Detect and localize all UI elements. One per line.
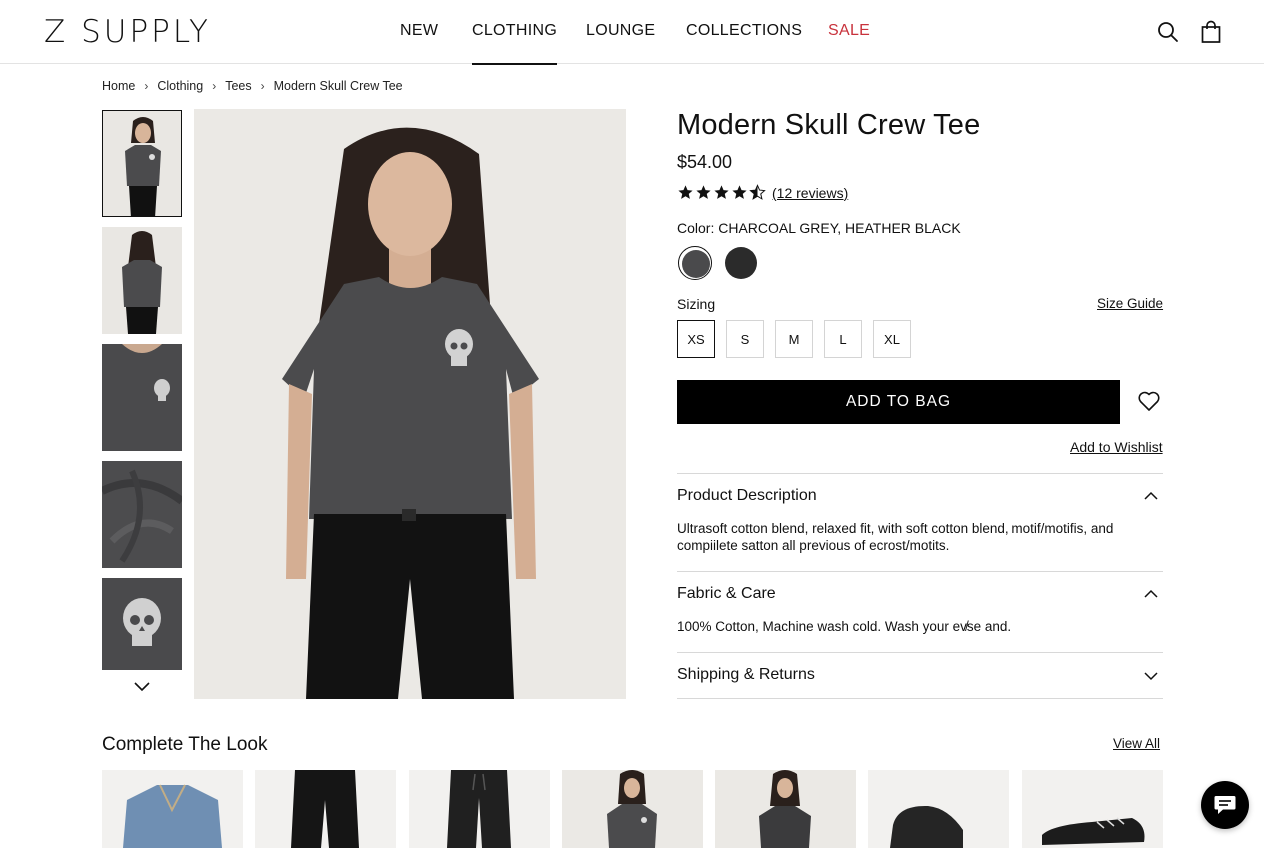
chevron-down-icon[interactable] [132,680,152,694]
nav-item-collections[interactable]: COLLECTIONS [686,22,802,40]
breadcrumb: Home › Clothing › Tees › Modern Skull Cr… [102,79,403,93]
chat-button[interactable] [1201,781,1249,829]
heart-icon[interactable] [1137,390,1161,412]
look-item-denim-jacket[interactable] [102,770,243,848]
divider [677,571,1163,572]
thumbnail-fabric-detail[interactable] [102,461,182,568]
chevron-right-icon: › [260,79,265,93]
accordion-shipping-returns[interactable]: Shipping & Returns [677,666,815,684]
add-to-bag-button[interactable]: ADD TO BAG [677,380,1120,424]
size-button-s[interactable]: S [726,320,764,358]
view-all-link[interactable]: View All [1113,736,1160,751]
divider [677,652,1163,653]
star-rating [677,184,767,201]
fabric-care-text: 100% Cotton, Machine wash cold. Wash you… [677,619,1012,634]
color-label: Color: CHARCOAL GREY, HEATHER BLACK [677,220,961,236]
site-header: Z SUPPLY NEW CLOTHING LOUNGE COLLECTIONS… [0,0,1264,65]
size-button-xl[interactable]: XL [873,320,911,358]
divider [677,473,1163,474]
look-item-black-jeans[interactable] [255,770,396,848]
thumbnail-chest-detail[interactable] [102,344,182,451]
accordion-fabric-care[interactable]: Fabric & Care [677,585,776,603]
size-guide-link[interactable]: Size Guide [1097,296,1163,311]
swatch-heather-black[interactable] [724,246,758,280]
thumbnail-back[interactable] [102,227,182,334]
look-item-lace-up-sneaker[interactable] [1022,770,1163,848]
star-half-icon [749,184,766,200]
chat-icon [1214,796,1236,814]
star-full-icon [714,185,729,199]
nav-item-lounge[interactable]: LOUNGE [586,22,655,40]
thumbnail-skull-print[interactable] [102,578,182,670]
main-nav: NEW CLOTHING LOUNGE COLLECTIONS SALE [0,0,1264,65]
swatch-charcoal-grey[interactable] [678,246,712,280]
swatch-charcoal-grey-fill [682,250,710,278]
star-full-icon [732,185,747,199]
nav-item-clothing[interactable]: CLOTHING [472,22,558,65]
chevron-right-icon: › [212,79,217,93]
look-item-slip-on-sneaker[interactable] [868,770,1009,848]
breadcrumb-current: Modern Skull Crew Tee [273,79,403,93]
thumbnail-front[interactable] [102,110,182,217]
reviews-link[interactable]: (12 reviews) [772,185,848,201]
product-title: Modern Skull Crew Tee [677,109,981,141]
sizing-label: Sizing [677,296,716,312]
swatch-heather-black-fill [725,247,757,279]
look-item-black-joggers[interactable] [409,770,550,848]
breadcrumb-clothing[interactable]: Clothing [157,79,203,93]
search-icon[interactable] [1156,20,1180,44]
add-to-wishlist-link[interactable]: Add to Wishlist [1070,439,1163,455]
breadcrumb-tees[interactable]: Tees [225,79,251,93]
nav-item-sale[interactable]: SALE [828,22,870,40]
shopping-bag-icon[interactable] [1199,20,1223,44]
nav-item-new[interactable]: NEW [400,22,438,40]
product-description-text: Ultrasoft cotton blend, relaxed fit, wit… [677,521,1114,553]
breadcrumb-home[interactable]: Home [102,79,135,93]
product-price: $54.00 [677,152,733,172]
chevron-up-icon[interactable] [1143,589,1159,599]
look-item-skull-tee[interactable] [562,770,703,848]
main-product-image [194,109,626,699]
size-button-l[interactable]: L [824,320,862,358]
divider [677,698,1163,699]
star-full-icon [696,185,711,199]
size-button-m[interactable]: M [775,320,813,358]
look-item-charcoal-tee[interactable] [715,770,856,848]
chevron-up-icon[interactable] [1143,491,1159,501]
star-full-icon [678,185,693,199]
size-button-xs[interactable]: XS [677,320,715,358]
chevron-down-icon[interactable] [1143,671,1159,681]
complete-the-look-title: Complete The Look [102,734,268,755]
product-rating: (12 reviews) [677,184,848,201]
accordion-product-description[interactable]: Product Description [677,487,817,505]
chevron-right-icon: › [144,79,149,93]
